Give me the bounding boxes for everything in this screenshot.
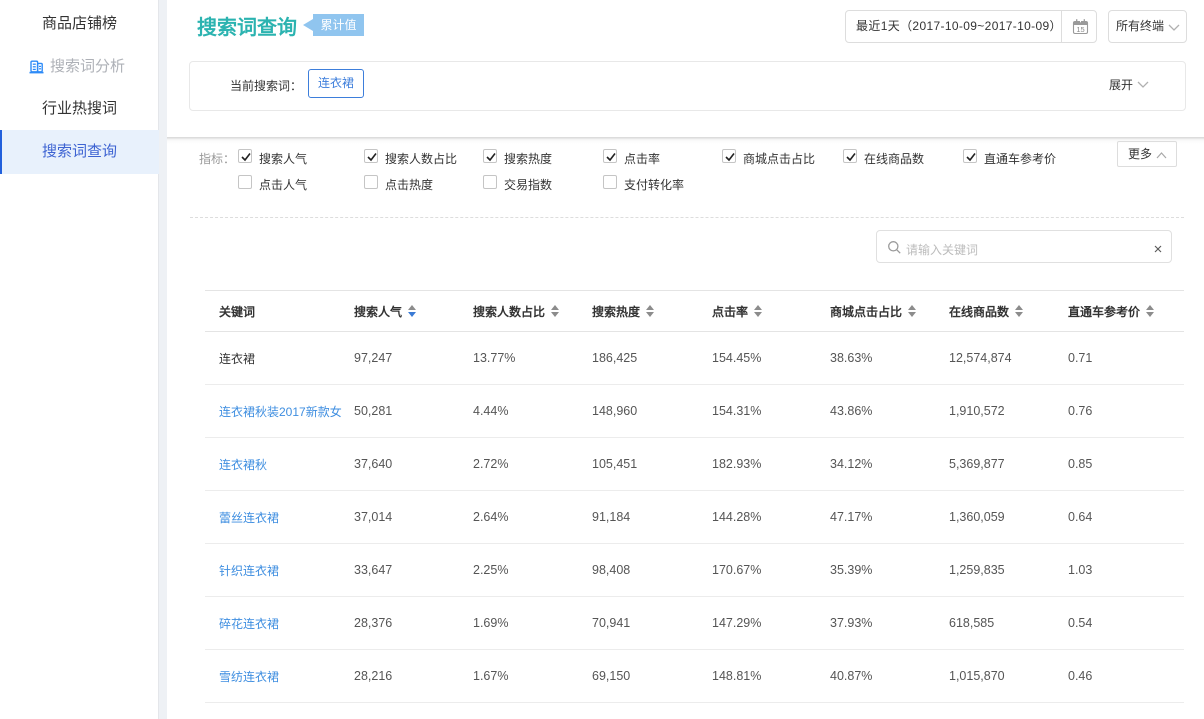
svg-text:15: 15 (1076, 25, 1084, 34)
